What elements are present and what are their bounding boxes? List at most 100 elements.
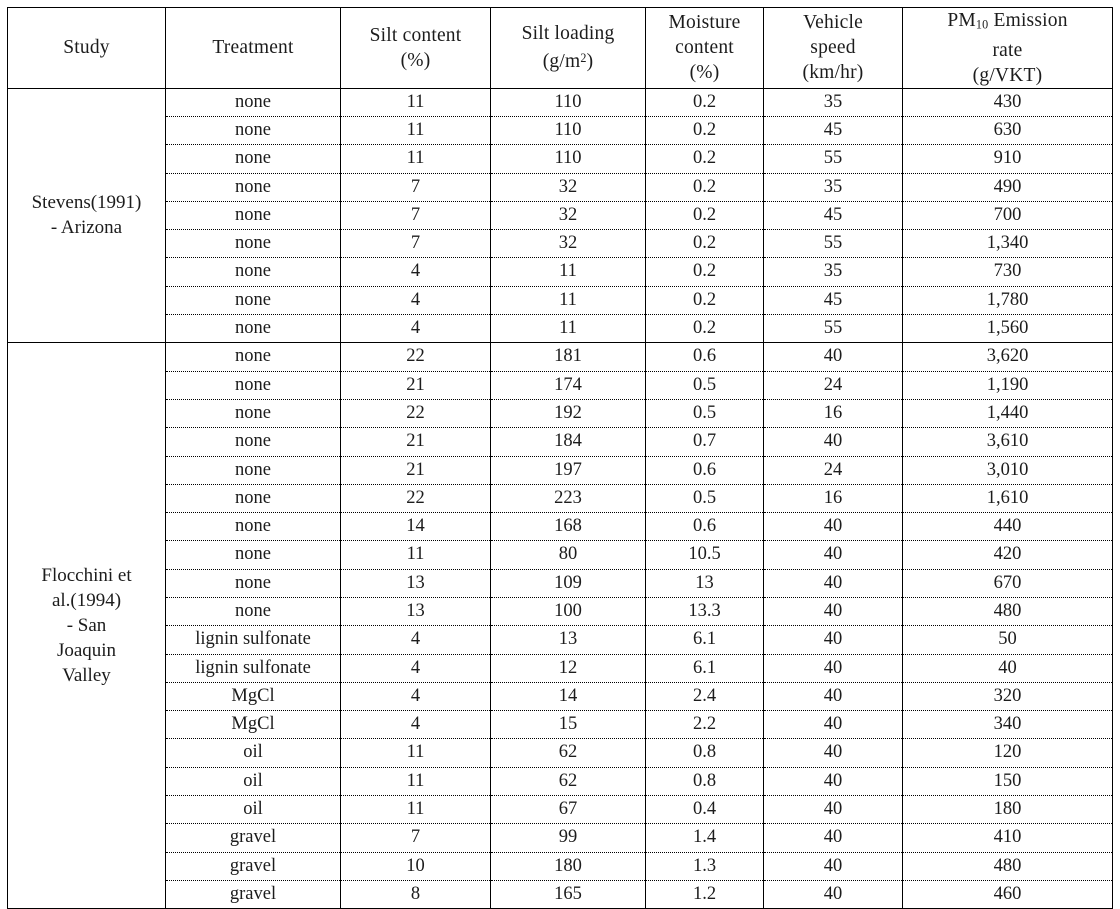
cell-silt-content: 21: [340, 371, 491, 400]
cell-treatment: none: [165, 286, 341, 316]
cell-moisture-content: 0.8: [645, 738, 764, 768]
cell-pm10-emission-rate: 460: [993, 883, 1022, 904]
header-label-pm10-2: rate: [992, 39, 1023, 61]
cell-treatment: oil: [165, 795, 341, 825]
header-unit-silt-content: (%): [400, 49, 431, 71]
cell-treatment: none: [165, 540, 341, 570]
cell-silt-loading: 62: [490, 738, 646, 768]
cell-silt-loading: 184: [490, 427, 646, 457]
cell-treatment: none: [165, 116, 341, 146]
cell-moisture-content: 13: [645, 569, 764, 599]
cell-vehicle-speed: 35: [763, 88, 903, 117]
header-label-silt-content: Silt content: [369, 24, 462, 46]
cell-pm10-emission-rate: 420: [902, 540, 1113, 570]
cell-vehicle-speed: 16: [763, 399, 903, 429]
cell-vehicle-speed: 40: [763, 767, 903, 797]
cell-pm10-emission-rate: 40: [902, 654, 1113, 683]
cell-silt-loading: 110: [490, 144, 646, 174]
cell-pm10-emission-rate: 430: [902, 88, 1113, 117]
cell-moisture-content: 0.4: [645, 795, 764, 825]
cell-silt-loading: 13: [490, 625, 646, 655]
cell-moisture-content: 0.2: [645, 116, 764, 146]
cell-silt-content: 22: [340, 484, 491, 514]
cell-vehicle-speed: 40: [763, 738, 903, 768]
cell-moisture-content: 0.2: [645, 229, 764, 259]
cell-vehicle-speed: 16: [763, 484, 903, 514]
cell-vehicle-speed: 40: [763, 540, 903, 570]
cell-vehicle-speed: 40: [763, 512, 903, 542]
cell-silt-content: 22: [340, 399, 491, 429]
cell-moisture-content: 1.4: [645, 823, 764, 853]
table-row: Flocchini et al.(1994) - San Joaquin Valley n…: [7, 342, 1113, 909]
cell-pm10-emission-rate: 3,010: [902, 456, 1113, 485]
cell-treatment: none: [165, 399, 341, 429]
header-unit-silt-loading: (g/m2): [491, 46, 645, 74]
table-row: gravel 10 180 1.3 40 480: [8, 852, 1113, 881]
pm10-emission-data-table: Study Treatment Silt content (%) Silt lo…: [7, 7, 1113, 909]
cell-silt-content: 13: [340, 597, 491, 627]
table-body: Stevens(1991) - Arizona none 11 110 0.2 35 430 n…: [7, 88, 1113, 909]
cell-silt-content: 21: [340, 427, 491, 457]
cell-treatment: none: [165, 597, 341, 627]
cell-silt-content: 11: [340, 540, 491, 570]
cell-moisture-content: 0.5: [645, 399, 764, 429]
cell-treatment: lignin sulfonate: [165, 625, 341, 655]
table-row: none 4 11 0.2 45 1,780: [8, 286, 1113, 316]
table-row: none 21 174 0.5 24 1,190: [8, 371, 1113, 400]
cell-pm10-emission-rate: 120: [902, 738, 1113, 768]
cell-silt-loading: 99: [490, 823, 646, 853]
cell-treatment: none: [165, 427, 341, 457]
table-row: none 13 109 13 40 670: [8, 569, 1113, 599]
cell-silt-content: 14: [340, 512, 491, 542]
cell-vehicle-speed: 55: [763, 144, 903, 174]
cell-silt-loading: 14: [490, 682, 646, 712]
table-row: none 7 32 0.2 55 1,340: [8, 229, 1113, 259]
cell-vehicle-speed: 40: [763, 880, 903, 909]
cell-silt-loading: 192: [490, 399, 646, 429]
table-row: none 13 100 13.3 40 480: [8, 597, 1113, 627]
study-label-line: Stevens(1991): [31, 192, 142, 214]
cell-silt-loading: 223: [490, 484, 646, 514]
cell-silt-content: 11: [340, 795, 491, 825]
cell-vehicle-speed: 55: [763, 314, 903, 344]
table-row: MgCl 4 14 2.4 40 320: [8, 682, 1113, 712]
cell-silt-content: 4: [340, 710, 491, 740]
cell-treatment: none: [165, 512, 341, 542]
cell-silt-content: 4: [340, 682, 491, 712]
cell-pm10-emission-rate: 1,340: [902, 229, 1113, 259]
cell-silt-loading: 109: [490, 569, 646, 599]
cell-vehicle-speed: 40: [763, 852, 903, 881]
cell-moisture-content: 0.6: [645, 342, 764, 372]
table-row: oil 11 62 0.8 40 150: [8, 767, 1113, 797]
cell-treatment: none: [165, 456, 341, 485]
cell-silt-loading: 32: [490, 229, 646, 259]
study-label-line: - San: [66, 615, 107, 637]
cell-pm10-emission-rate: 50: [902, 625, 1113, 655]
cell-silt-content: 21: [340, 456, 491, 485]
cell-silt-loading: 174: [490, 371, 646, 400]
study-group-cell: Stevens(1991) - Arizona: [7, 88, 166, 344]
cell-silt-loading: 180: [490, 852, 646, 881]
cell-treatment: none: [165, 144, 341, 174]
cell-silt-content: 7: [340, 201, 491, 231]
table-row: none 22 223 0.5 16 1,610: [8, 484, 1113, 514]
table-row: none 11 110 0.2 55 910: [8, 144, 1113, 174]
document-page: Study Treatment Silt content (%) Silt lo…: [0, 0, 1120, 909]
cell-moisture-content: 0.2: [645, 257, 764, 287]
cell-moisture-content: 0.5: [645, 484, 764, 514]
column-header-silt-content: Silt content (%): [340, 7, 491, 89]
cell-vehicle-speed: 40: [763, 342, 903, 372]
cell-vehicle-speed: 40: [763, 795, 903, 825]
table-row: none 11 80 10.5 40 420: [8, 540, 1113, 570]
cell-silt-content: 11: [340, 738, 491, 768]
cell-moisture-content: 0.7: [645, 427, 764, 457]
cell-treatment: none: [165, 257, 341, 287]
study-label-line: Flocchini et: [41, 565, 132, 587]
cell-silt-loading: 11: [490, 314, 646, 344]
cell-silt-content: 13: [340, 569, 491, 599]
cell-pm10-emission-rate: 1,190: [902, 371, 1113, 400]
cell-pm10-emission-rate: 440: [902, 512, 1113, 542]
cell-pm10-emission-rate: 150: [902, 767, 1113, 797]
table-row: none 14 168 0.6 40 440: [8, 512, 1113, 542]
cell-vehicle-speed: 55: [763, 229, 903, 259]
